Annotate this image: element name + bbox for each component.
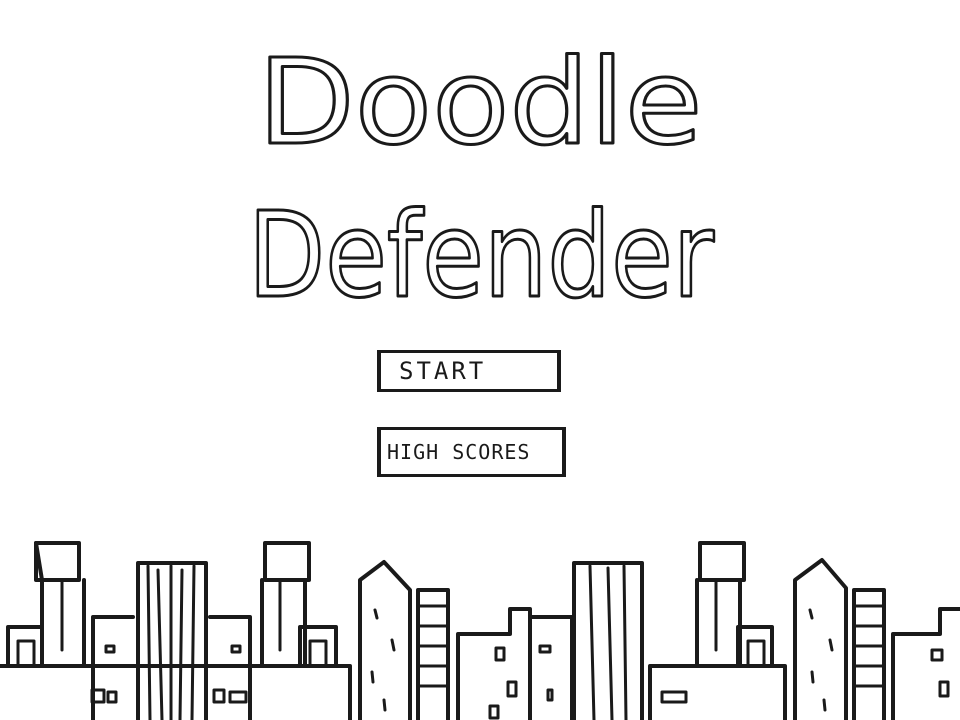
start-button[interactable]: START [377, 350, 561, 392]
building-left-center [90, 615, 135, 720]
notched-building [456, 607, 532, 720]
game-title-line1: Doodle [258, 33, 703, 171]
striped-tower-left [136, 561, 208, 720]
pointed-tower-right [793, 558, 848, 720]
ladder-building-right [852, 588, 886, 720]
building-small-left [6, 625, 44, 668]
start-button-label: START [399, 357, 487, 385]
high-scores-button-label: HIGH SCORES [387, 440, 531, 464]
game-title-line2: Defender [248, 186, 714, 324]
high-scores-button[interactable]: HIGH SCORES [377, 427, 566, 477]
building-center [528, 615, 574, 720]
building-right-of-striped [208, 615, 252, 720]
notched-building-right [891, 607, 960, 720]
striped-tower-right [572, 561, 644, 720]
wide-base-right [648, 664, 787, 720]
building-small-right [736, 625, 774, 668]
tower-left [34, 541, 86, 667]
ladder-building-left [416, 588, 450, 720]
title-screen: Doodle Defender START HIGH SCORES [0, 0, 960, 720]
pointed-tower-left [358, 560, 412, 720]
city-skyline [0, 541, 960, 720]
